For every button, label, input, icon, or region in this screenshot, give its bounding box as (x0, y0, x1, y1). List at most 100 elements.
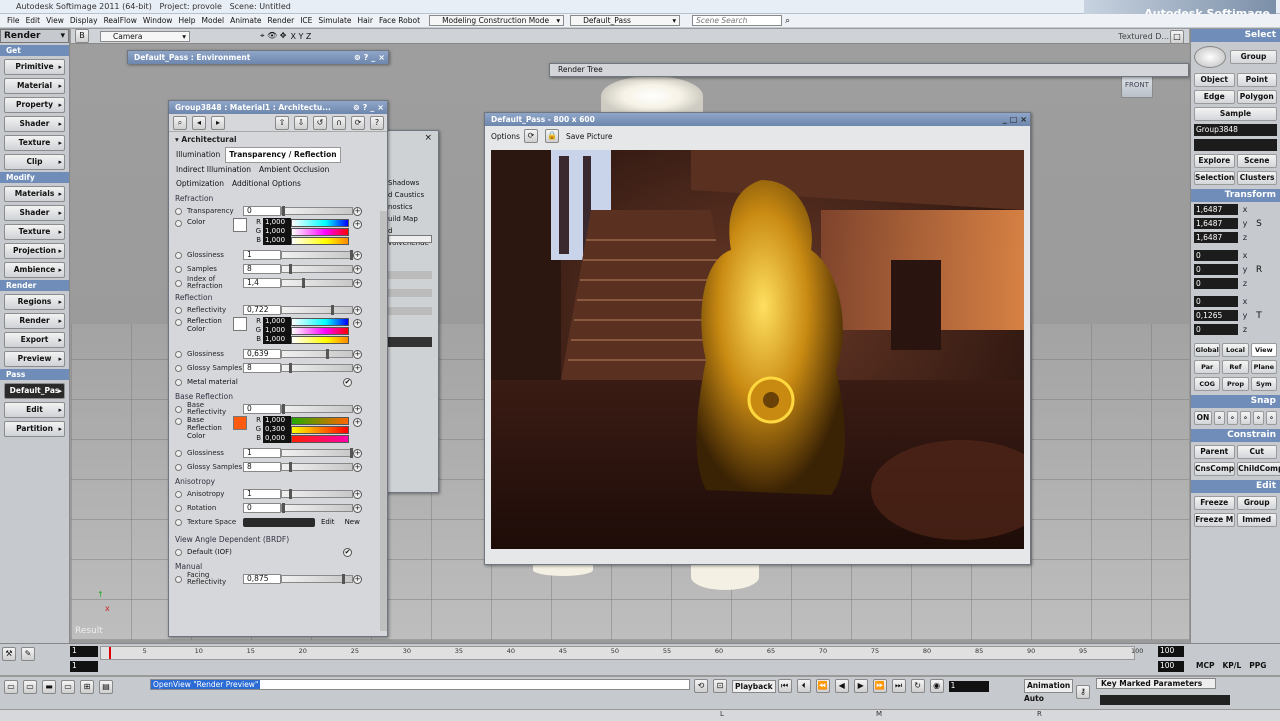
param-slider[interactable] (281, 305, 353, 315)
section-render[interactable]: Render (0, 280, 69, 291)
ppg-scrollbar[interactable] (380, 211, 387, 631)
toolbar-select[interactable]: Render ▾ (0, 29, 69, 43)
channel-r-bar[interactable] (291, 317, 349, 326)
checkmark-icon[interactable]: ✔ (343, 377, 352, 387)
mcp-button-scene[interactable]: Scene (1236, 154, 1277, 168)
ref-local[interactable]: Local (1222, 343, 1249, 357)
mcp-button-cnscomp[interactable]: CnsComp (1194, 462, 1236, 476)
scale-y-field[interactable]: 1,6487 (1194, 218, 1238, 229)
ref-par[interactable]: Par (1194, 360, 1221, 374)
layout-grid-icon[interactable]: ⊞ (80, 680, 94, 694)
texture-space-select[interactable] (243, 517, 315, 527)
menu-hair[interactable]: Hair (355, 16, 376, 25)
save-picture-button[interactable]: Save Picture (566, 132, 613, 141)
select-arrow-icon[interactable] (1194, 46, 1226, 68)
slider-handle[interactable] (330, 305, 334, 315)
param-checkbox[interactable] (175, 279, 182, 287)
slider-handle[interactable] (288, 462, 292, 472)
menu-animate[interactable]: Animate (227, 16, 264, 25)
param-checkbox[interactable] (175, 449, 182, 457)
param-checkbox[interactable] (175, 405, 182, 413)
channel-b-bar[interactable] (291, 236, 349, 245)
mcp-button-object[interactable]: Object (1194, 73, 1235, 87)
channel-r-bar[interactable] (291, 416, 349, 425)
mcp-tab[interactable]: MCP (1196, 661, 1214, 670)
mcp-button-parent[interactable]: Parent (1194, 445, 1235, 459)
prev-key-icon[interactable]: ⏴ (796, 679, 811, 693)
layout-icon[interactable]: ▭ (61, 680, 75, 694)
param-slider[interactable] (281, 448, 353, 458)
section-get[interactable]: Get (0, 45, 69, 56)
maximize-icon[interactable]: □ (1170, 30, 1184, 44)
left-btn-material[interactable]: Material ▸ (4, 78, 65, 94)
menu-display[interactable]: Display (67, 16, 101, 25)
minimize-icon[interactable]: _ (370, 101, 374, 114)
channel-g-field[interactable]: 1,000 (263, 326, 291, 335)
rotate-icon[interactable]: R (1252, 265, 1266, 275)
param-checkbox[interactable] (175, 265, 182, 273)
menu-file[interactable]: File (4, 16, 23, 25)
behind-slider[interactable] (388, 307, 432, 315)
mcp-button-sample[interactable]: Sample (1194, 107, 1277, 121)
frame-field[interactable]: 1 (948, 680, 989, 692)
rotate-x-field[interactable]: 0 (1194, 250, 1238, 261)
animate-icon[interactable]: + (353, 349, 362, 359)
channel-g-bar[interactable] (291, 326, 349, 335)
param-slider[interactable] (281, 489, 353, 499)
animate-icon[interactable]: + (353, 404, 362, 414)
slider-handle[interactable] (302, 278, 306, 288)
ref-cog[interactable]: COG (1194, 377, 1221, 391)
timeline-current[interactable]: 1 (70, 661, 98, 672)
refresh-icon[interactable]: ⟳ (523, 129, 538, 143)
lock-icon[interactable]: ⊚ (354, 51, 361, 64)
channel-g-bar[interactable] (291, 425, 349, 434)
tab-additional-options[interactable]: Additional Options (229, 177, 304, 191)
playhead[interactable] (109, 647, 111, 659)
camera-select[interactable]: Camera (100, 30, 190, 42)
param-value-field[interactable]: 8 (243, 264, 281, 274)
checkmark-icon[interactable]: ✔ (343, 547, 352, 557)
menu-realflow[interactable]: RealFlow (101, 16, 140, 25)
shader-header[interactable]: ▾ Architectural (169, 132, 387, 147)
animate-icon[interactable]: + (353, 305, 362, 315)
search-icon[interactable]: ⌕ (782, 16, 793, 26)
tab-illumination[interactable]: Illumination (173, 148, 223, 162)
channel-b-bar[interactable] (291, 335, 349, 344)
left-btn-clip[interactable]: Clip ▸ (4, 154, 65, 170)
point-icon[interactable]: ∘ (1253, 411, 1264, 425)
viewport-b-icon[interactable]: B (75, 29, 89, 43)
channel-g-field[interactable]: 0,300 (263, 425, 291, 434)
mcp-button-freeze[interactable]: Freeze (1194, 496, 1235, 510)
group-select-button[interactable]: Group (1230, 50, 1277, 64)
left-btn-primitive[interactable]: Primitive ▸ (4, 59, 65, 75)
mcp-button-cut[interactable]: Cut (1236, 445, 1277, 459)
minimize-icon[interactable]: _ (1003, 113, 1007, 126)
mcp-button-explore[interactable]: Explore (1194, 154, 1235, 168)
left-btn-defaultpas[interactable]: Default_Pas ▸ (4, 383, 65, 399)
menu-face-robot[interactable]: Face Robot (376, 16, 423, 25)
param-value-field[interactable]: 0 (243, 503, 281, 513)
animation-label[interactable]: Animation (1024, 679, 1074, 693)
param-value-field[interactable]: 8 (243, 462, 281, 472)
param-checkbox[interactable] (175, 490, 182, 498)
param-slider[interactable] (281, 250, 353, 260)
param-checkbox[interactable] (175, 548, 182, 556)
left-btn-projection[interactable]: Projection ▸ (4, 243, 65, 259)
left-btn-shader[interactable]: Shader ▸ (4, 116, 65, 132)
view-cube[interactable]: FRONT (1121, 74, 1153, 98)
translate-z-field[interactable]: 0 (1194, 324, 1238, 335)
param-slider[interactable] (281, 349, 353, 359)
camera-icons[interactable]: ⌖ 👁 ✥ (260, 31, 286, 41)
slider-handle[interactable] (288, 363, 292, 373)
param-value-field[interactable]: 0 (243, 206, 281, 216)
lock-icon[interactable]: ⊚ (353, 101, 360, 114)
param-checkbox[interactable] (175, 418, 182, 425)
channel-b-field[interactable]: 0,000 (263, 434, 291, 443)
param-checkbox[interactable] (175, 207, 182, 215)
left-btn-render[interactable]: Render ▸ (4, 313, 65, 329)
animate-icon[interactable]: + (353, 264, 362, 274)
ref-global[interactable]: Global (1194, 343, 1221, 357)
param-value-field[interactable]: 1 (243, 250, 281, 260)
material-property-page[interactable]: Group3848 : Material1 : Architectu... ⊚?… (168, 100, 388, 637)
param-slider[interactable] (281, 404, 353, 414)
